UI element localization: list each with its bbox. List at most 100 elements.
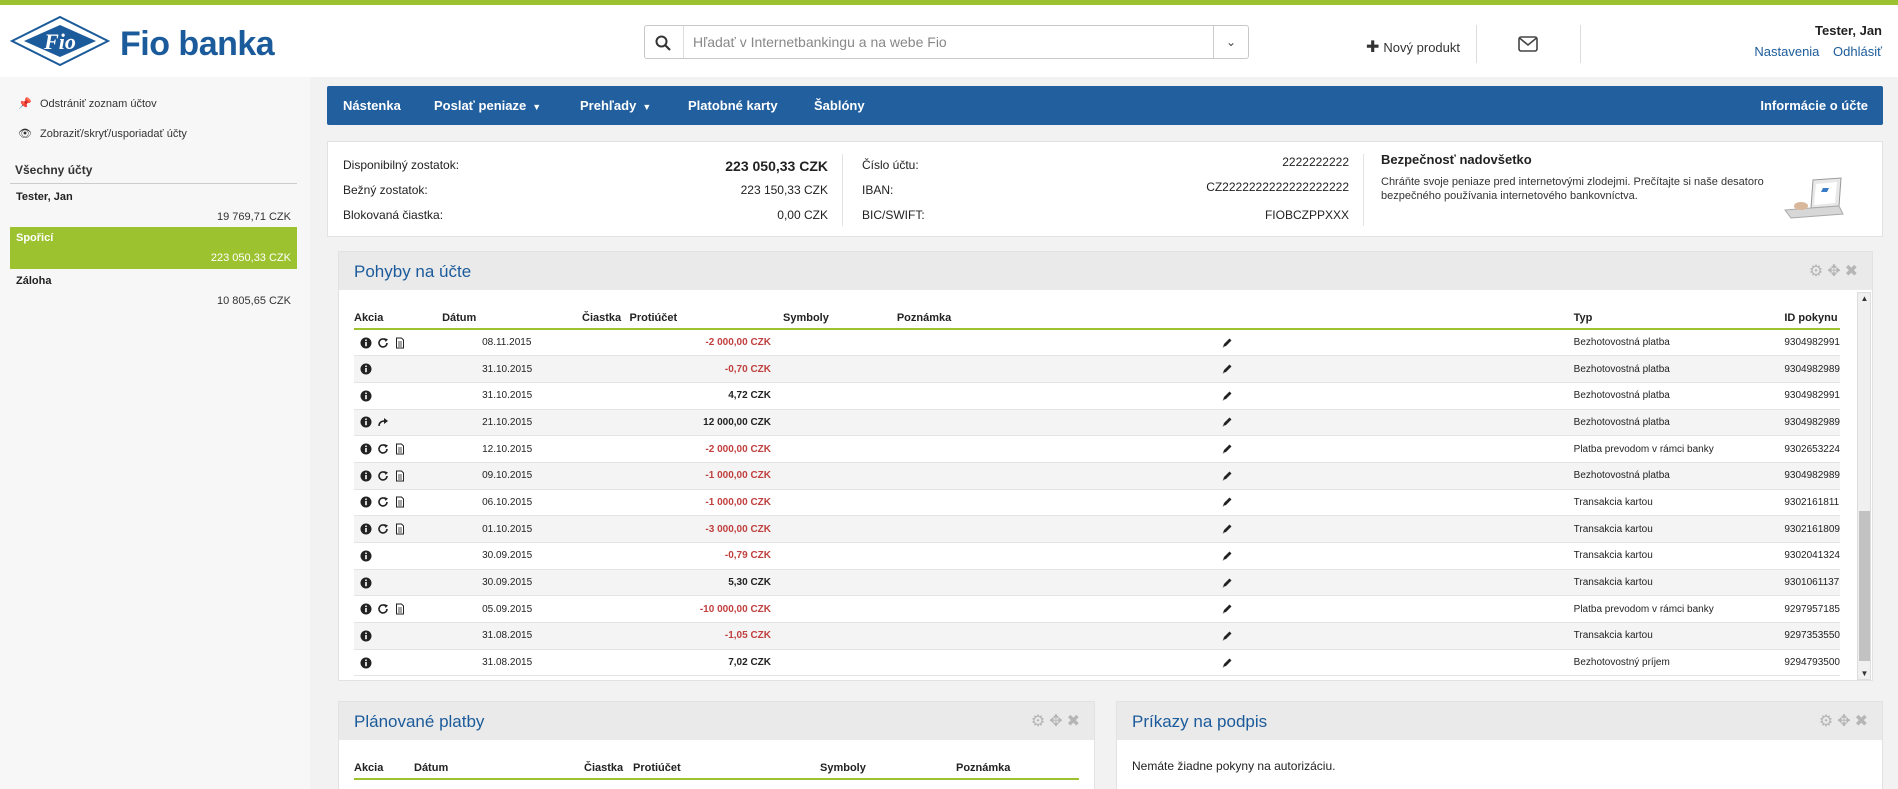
row-edit[interactable] [1074,542,1574,570]
gear-icon[interactable]: ⚙ [1809,263,1827,280]
table-row[interactable]: 05.09.2015 -10 000,00 CZK Platba prevodom … [354,595,1840,624]
close-icon[interactable]: ✖ [1845,263,1862,280]
info-icon[interactable] [360,523,377,535]
info-icon[interactable] [360,470,377,482]
info-icon[interactable] [360,363,377,375]
row-edit[interactable] [1074,329,1574,357]
row-edit[interactable] [1074,649,1574,677]
table-row[interactable]: 01.10.2015 -3 000,00 CZK Transakcia kartou… [354,515,1840,543]
show-hide-accounts-action[interactable]: 👁 Zobraziť/skryť/usporiadať účty [18,127,187,140]
scroll-up-icon[interactable]: ▲ [1859,293,1870,304]
info-icon[interactable] [360,496,377,508]
info-icon[interactable] [360,577,377,589]
account-item-active[interactable]: Spořicí 223 050,33 CZK [10,227,297,269]
pencil-icon[interactable] [1221,496,1233,508]
scroll-down-icon[interactable]: ▼ [1859,668,1870,679]
repeat-icon[interactable] [377,470,394,481]
document-icon[interactable] [394,470,411,482]
table-row[interactable]: 31.08.2015 -1,05 CZK Transakcia kartou 9297… [354,622,1840,650]
row-edit[interactable] [1074,355,1574,383]
account-item[interactable]: Záloha 10 805,65 CZK [10,270,297,312]
remove-account-list-action[interactable]: 📌 Odstrániť zoznam účtov [18,97,156,110]
close-icon[interactable]: ✖ [1067,713,1084,730]
nav-payment-cards[interactable]: Platobné karty [688,86,778,125]
nav-overviews[interactable]: Prehľady ▼ [580,86,651,127]
security-text[interactable]: Chráňte svoje peniaze pred internetovými… [1381,175,1781,203]
document-icon[interactable] [394,337,411,349]
document-icon[interactable] [394,443,411,455]
movements-scrollbar[interactable]: ▲ ▼ [1857,292,1871,680]
info-icon[interactable] [360,603,377,615]
info-icon[interactable] [360,416,377,428]
close-icon[interactable]: ✖ [1855,713,1872,730]
pencil-icon[interactable] [1221,363,1233,375]
gear-icon[interactable]: ⚙ [1031,713,1049,730]
row-edit[interactable] [1074,409,1574,437]
security-title[interactable]: Bezpečnosť nadovšetko [1381,152,1532,167]
table-row[interactable]: 31.10.2015 4,72 CZK Bezhotovostná platba 93… [354,382,1840,410]
pencil-icon[interactable] [1221,416,1233,428]
account-item[interactable]: Tester, Jan 19 769,71 CZK [10,186,297,228]
row-edit[interactable] [1074,515,1574,543]
move-icon[interactable]: ✥ [1049,713,1066,730]
new-product-button[interactable]: ✚ Nový produkt [1366,37,1460,57]
row-edit[interactable] [1074,622,1574,650]
repeat-icon[interactable] [377,604,394,615]
row-edit[interactable] [1074,462,1574,490]
info-icon[interactable] [360,443,377,455]
gear-icon[interactable]: ⚙ [1819,713,1837,730]
document-icon[interactable] [394,603,411,615]
forward-icon[interactable] [377,417,394,428]
table-row[interactable]: 31.10.2015 -0,70 CZK Bezhotovostná platba 9… [354,355,1840,383]
info-icon[interactable] [360,337,377,349]
move-icon[interactable]: ✥ [1827,263,1844,280]
repeat-icon[interactable] [377,524,394,535]
table-row[interactable]: 30.09.2015 -0,79 CZK Transakcia kartou 9302… [354,542,1840,570]
info-icon[interactable] [360,390,377,402]
search-icon[interactable] [655,35,671,51]
pencil-icon[interactable] [1221,390,1233,402]
pencil-icon[interactable] [1221,337,1233,349]
info-icon[interactable] [360,657,377,669]
logout-link[interactable]: Odhlásiť [1833,44,1882,59]
settings-link[interactable]: Nastavenia [1754,44,1819,59]
table-row[interactable]: 08.11.2015 -2 000,00 CZK Bezhotovostná pla… [354,329,1840,357]
pencil-icon[interactable] [1221,470,1233,482]
table-row[interactable]: 06.10.2015 -1 000,00 CZK Transakcia kartou… [354,489,1840,517]
mail-icon[interactable] [1518,36,1538,52]
nav-send-money[interactable]: Poslať peniaze ▼ [434,86,541,127]
pencil-icon[interactable] [1221,657,1233,669]
row-edit[interactable] [1074,435,1574,463]
move-icon[interactable]: ✥ [1837,713,1854,730]
row-edit[interactable] [1074,382,1574,410]
pencil-icon[interactable] [1221,630,1233,642]
repeat-icon[interactable] [377,444,394,455]
table-row[interactable]: 30.09.2015 5,30 CZK Transakcia kartou 93010… [354,569,1840,597]
pencil-icon[interactable] [1221,603,1233,615]
row-edit[interactable] [1074,569,1574,597]
nav-dashboard[interactable]: Nástenka [343,86,401,125]
document-icon[interactable] [394,496,411,508]
document-icon[interactable] [394,523,411,535]
info-icon[interactable] [360,550,377,562]
pencil-icon[interactable] [1221,443,1233,455]
nav-account-info[interactable]: Informácie o účte [1760,86,1868,125]
chevron-down-icon[interactable]: ⌄ [1213,26,1248,58]
fio-logo[interactable]: Fio Fio banka [9,15,300,69]
table-row[interactable]: 31.08.2015 7,02 CZK Bezhotovostný príjem 92… [354,649,1840,677]
repeat-icon[interactable] [377,497,394,508]
search-box[interactable]: ⌄ [644,25,1249,59]
table-row[interactable]: 09.10.2015 -1 000,00 CZK Bezhotovostná pla… [354,462,1840,490]
search-input[interactable] [693,26,1193,58]
pencil-icon[interactable] [1221,523,1233,535]
table-row[interactable]: 21.10.2015 12 000,00 CZK Bezhotovostná pla… [354,409,1840,437]
table-row[interactable]: 12.10.2015 -2 000,00 CZK Platba prevodom v… [354,435,1840,463]
scrollbar-thumb[interactable] [1859,511,1870,661]
repeat-icon[interactable] [377,337,394,348]
pencil-icon[interactable] [1221,550,1233,562]
info-icon[interactable] [360,630,377,642]
nav-templates[interactable]: Šablóny [814,86,865,125]
row-edit[interactable] [1074,489,1574,517]
row-edit[interactable] [1074,595,1574,624]
pencil-icon[interactable] [1221,577,1233,589]
